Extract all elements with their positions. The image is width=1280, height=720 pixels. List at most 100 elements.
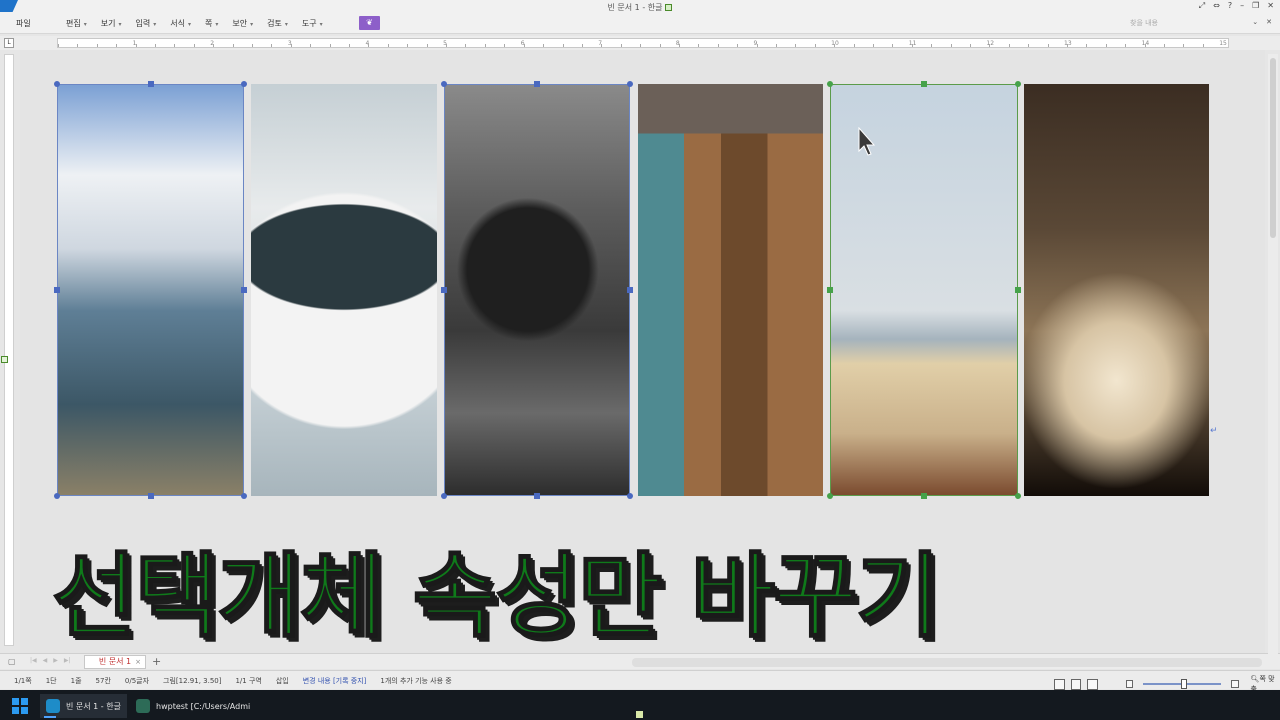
resize-handle[interactable] (148, 81, 154, 87)
menu-view[interactable]: 보기 ▾ (101, 18, 122, 29)
status-page[interactable]: 1/1쪽 (14, 676, 32, 686)
resize-handle[interactable] (534, 81, 540, 87)
image-coffee-cup[interactable] (251, 84, 437, 496)
ruler-tick (872, 44, 874, 47)
restore-button[interactable]: ❐ (1252, 1, 1259, 11)
resize-handle[interactable] (827, 287, 833, 293)
horizontal-scrollbar[interactable] (632, 658, 1262, 667)
last-tab-icon[interactable]: ▶| (64, 657, 71, 664)
resize-handle[interactable] (241, 493, 247, 499)
horizontal-ruler[interactable]: 123456789101112131415 (57, 38, 1229, 48)
zoom-slider-handle[interactable] (1181, 679, 1188, 689)
ruler-tick (174, 44, 176, 47)
resize-handle[interactable] (54, 287, 60, 293)
fullscreen-icon[interactable]: ⤢ (1199, 1, 1205, 11)
tab-blank-document[interactable]: 빈 문서 1 × (84, 655, 146, 669)
close-tab-icon[interactable]: × (135, 656, 141, 668)
resize-handle[interactable] (921, 493, 927, 499)
resize-handle[interactable] (1015, 81, 1021, 87)
resize-handle[interactable] (627, 287, 633, 293)
find-box[interactable]: 찾을 내용 (1130, 18, 1158, 28)
vertical-scrollbar[interactable] (1268, 54, 1278, 654)
status-chars: 0/5글자 (124, 677, 150, 685)
ruler-tick (678, 44, 680, 47)
status-track-changes[interactable]: 변경 내용 [기록 중지] (303, 676, 367, 686)
ruler-tick (446, 44, 448, 47)
image-fjord-landscape[interactable] (57, 84, 244, 496)
resize-handle[interactable] (827, 493, 833, 499)
tab-type-icon[interactable]: L (4, 38, 14, 48)
resize-handle[interactable] (441, 81, 447, 87)
page-view-button[interactable] (1070, 678, 1082, 690)
ruler-tick (1164, 44, 1166, 47)
ruler-tick (620, 44, 622, 47)
help-icon[interactable]: ? (1228, 1, 1232, 11)
image-underwater-turtle[interactable] (444, 84, 630, 496)
notification-icon[interactable] (636, 711, 643, 718)
close-button[interactable]: ✕ (1267, 1, 1274, 11)
menu-format[interactable]: 서식 ▾ (170, 18, 191, 29)
resize-handle[interactable] (1015, 287, 1021, 293)
resize-handle[interactable] (148, 493, 154, 499)
minimize-button[interactable]: – (1240, 1, 1244, 11)
menu-tools[interactable]: 도구 ▾ (302, 18, 323, 29)
status-mode[interactable]: 삽입 (276, 676, 289, 686)
menu-bar: 파일 편집 ▾ 보기 ▾ 입력 ▾ 서식 ▾ 쪽 ▾ 보안 ▾ 검토 ▾ 도구 ▾ ❦ 찾을 내… (0, 14, 1280, 34)
resize-handle[interactable] (441, 287, 447, 293)
ruler-tick (969, 44, 971, 47)
ruler-tick (96, 44, 98, 47)
first-tab-icon[interactable]: |◀ (30, 657, 37, 664)
addon-icon[interactable]: ❦ (359, 16, 380, 30)
menu-edit[interactable]: 편집 ▾ (66, 18, 87, 29)
taskbar-terminal-window[interactable]: hwptest [C:/Users/Admi (130, 694, 256, 718)
ruler-tick (640, 44, 642, 47)
prev-tab-icon[interactable]: ◀ (43, 657, 48, 664)
image-concert-crowd[interactable] (1024, 84, 1209, 496)
ruler-tick (581, 44, 583, 47)
resize-handle[interactable] (54, 493, 60, 499)
resize-handle[interactable] (441, 493, 447, 499)
resize-handle[interactable] (241, 287, 247, 293)
scroll-thumb[interactable] (1270, 58, 1276, 238)
resize-handle[interactable] (534, 493, 540, 499)
resize-handle[interactable] (921, 81, 927, 87)
image-barn-bicycle[interactable] (638, 84, 823, 496)
ruler-tick (426, 44, 428, 47)
menu-file[interactable]: 파일 (16, 18, 31, 29)
caret-down-icon: ▾ (215, 21, 219, 28)
zoom-in-button[interactable] (1230, 680, 1239, 688)
normal-view-button[interactable] (1054, 678, 1065, 690)
save-status-icon (665, 4, 673, 11)
ruler-tick (349, 44, 351, 47)
hwp-app-icon (46, 699, 60, 713)
zoom-slider[interactable] (1143, 679, 1221, 689)
vertical-ruler[interactable] (4, 54, 14, 646)
menu-security[interactable]: 보안 ▾ (232, 18, 253, 29)
add-tab-button[interactable]: + (152, 655, 161, 668)
zoom-out-button[interactable] (1125, 680, 1134, 688)
ruler-tick (834, 44, 836, 47)
resize-handle[interactable] (1015, 493, 1021, 499)
resize-handle[interactable] (627, 493, 633, 499)
resize-handle[interactable] (241, 81, 247, 87)
resize-handle[interactable] (827, 81, 833, 87)
status-bar: 1/1쪽 1단 1줄 57칸 0/5글자 그림[12.91, 3.50] 1/1… (0, 670, 1280, 693)
full-view-button[interactable] (1087, 678, 1099, 690)
taskbar-hwp-window[interactable]: 빈 문서 1 - 한글 (40, 694, 127, 718)
windows-start-icon[interactable] (12, 698, 28, 714)
ribbon-toggle-icon[interactable]: ⌄ (1252, 18, 1258, 26)
ribbon-close-icon[interactable]: ✕ (1266, 18, 1272, 26)
caret-down-icon: ▾ (118, 21, 122, 28)
resize-handle[interactable] (54, 81, 60, 87)
title-bar: 빈 문서 1 - 한글 ⤢ ⇔ ? – ❐ ✕ (0, 0, 1280, 14)
ruler-tick (1105, 44, 1107, 47)
menu-page[interactable]: 쪽 ▾ (205, 18, 218, 29)
caret-down-icon: ▾ (250, 21, 254, 28)
ribbon-controls: ⌄ ✕ (1252, 18, 1272, 26)
resize-handle[interactable] (627, 81, 633, 87)
next-tab-icon[interactable]: ▶ (53, 657, 58, 664)
resize-icon[interactable]: ⇔ (1213, 1, 1220, 11)
menu-insert[interactable]: 입력 ▾ (136, 18, 157, 29)
menu-review[interactable]: 검토 ▾ (267, 18, 288, 29)
sheet-icon[interactable]: ▢ (8, 657, 16, 666)
